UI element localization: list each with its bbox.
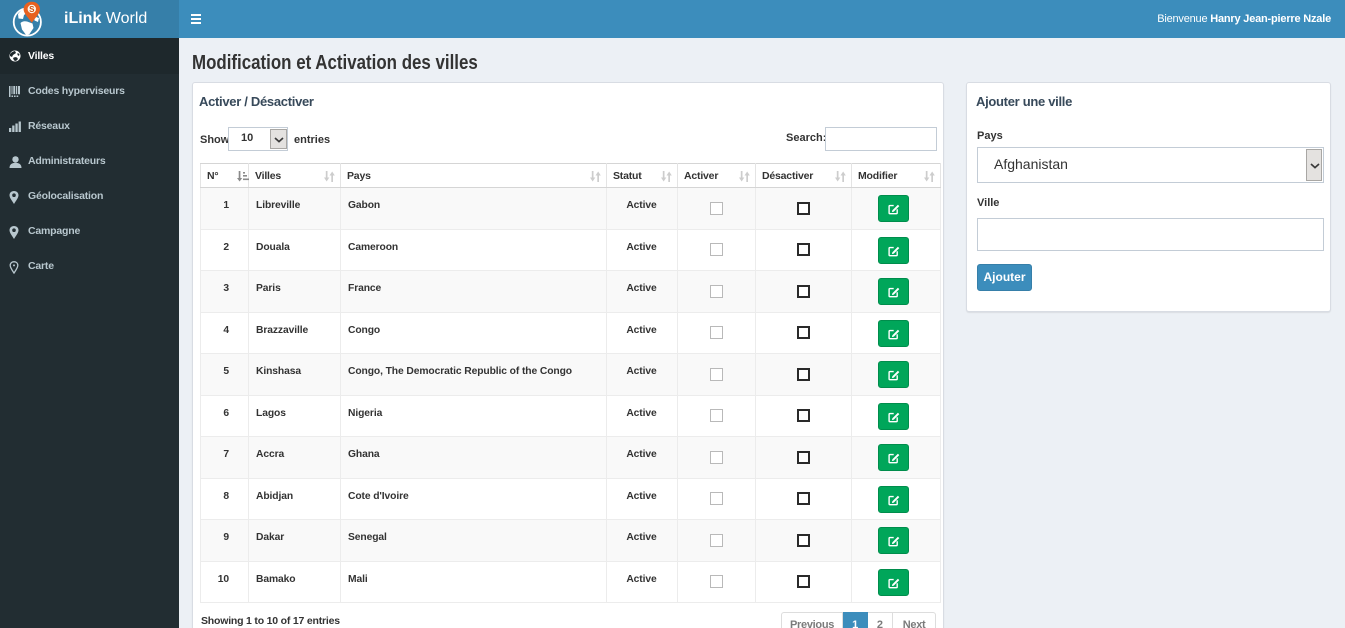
svg-text:S: S [29, 5, 35, 14]
